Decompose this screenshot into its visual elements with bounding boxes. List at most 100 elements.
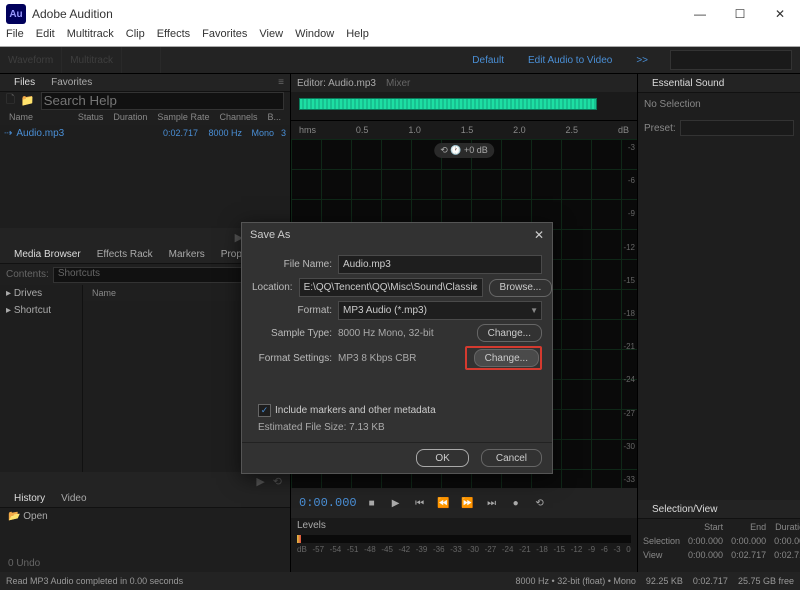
prev-button[interactable]: ⏮ [411,494,429,512]
sampletype-label: Sample Type: [252,328,338,339]
files-tool-icon[interactable]: 🗋 [6,91,15,110]
tab-selection-view[interactable]: Selection/View [644,502,725,517]
tab-markers[interactable]: Markers [161,247,213,262]
filename-label: File Name: [252,259,338,270]
tab-media-browser[interactable]: Media Browser [6,247,89,262]
change-format-button[interactable]: Change... [474,349,539,367]
formatsettings-value: MP3 8 Kbps CBR [338,352,465,365]
files-tool-icon[interactable]: 📁 [21,94,35,107]
selection-view-table: StartEndDuration Selection0:00.0000:00.0… [638,519,800,563]
levels-panel: Levels dB-57-54-51-48-45-42-39-36-33-30-… [291,518,637,572]
preset-label: Preset: [644,123,676,134]
mb-col-name[interactable]: Name [87,288,242,298]
files-filter[interactable] [41,92,284,110]
tab-favorites[interactable]: Favorites [43,75,100,90]
file-bitdepth: 3 [274,128,286,138]
next-button[interactable]: ⏭ [483,494,501,512]
tab-mixer[interactable]: Mixer [386,78,420,89]
menu-favorites[interactable]: Favorites [202,28,247,40]
multitrack-mode[interactable]: Multitrack [62,47,122,73]
col-status[interactable]: Status [73,112,109,122]
editor-header: Editor: Audio.mp3 Mixer [291,74,637,92]
overview-track[interactable] [291,92,637,121]
shortcut-item[interactable]: ▸ Shortcut [0,302,82,319]
include-metadata-checkbox[interactable]: ✓ [258,404,271,417]
panel-menu-icon[interactable]: ≡ [278,77,284,88]
dialog-title: Save As [250,229,290,241]
menu-multitrack[interactable]: Multitrack [67,28,114,40]
col-samplerate[interactable]: Sample Rate [152,112,214,122]
play-button[interactable]: ▶ [387,494,405,512]
maximize-button[interactable]: ☐ [720,0,760,28]
workspace-edit-av[interactable]: Edit Audio to Video [518,51,622,70]
menu-window[interactable]: Window [295,28,334,40]
status-duration: 0:02.717 [693,576,728,586]
tab-video[interactable]: Video [53,491,94,506]
menu-view[interactable]: View [259,28,283,40]
history-panel-header: History Video [0,490,290,508]
time-ruler[interactable]: hms 0.5 1.0 1.5 2.0 2.5 dB [291,121,637,139]
tab-editor[interactable]: Editor: Audio.mp3 [297,78,386,89]
filename-input[interactable] [338,255,542,274]
tab-files[interactable]: Files [6,75,43,90]
waveform-mode[interactable]: Waveform [0,47,62,73]
files-columns: Name Status Duration Sample Rate Channel… [0,110,290,125]
statusbar: Read MP3 Audio completed in 0.00 seconds… [0,572,800,590]
rewind-button[interactable]: ⏪ [435,494,453,512]
file-row[interactable]: ⇢ Audio.mp3 0:02.717 8000 Hz Mono 3 [0,125,290,142]
level-meter [297,535,631,543]
ok-button[interactable]: OK [416,449,468,467]
menu-file[interactable]: File [6,28,24,40]
change-sampletype-button[interactable]: Change... [477,324,542,342]
col-duration[interactable]: Duration [108,112,152,122]
minimize-button[interactable]: — [680,0,720,28]
undo-count: 0 Undo [0,555,290,572]
menu-help[interactable]: Help [346,28,369,40]
amplitude-hud[interactable]: ⟲ 🕐 +0 dB [434,143,494,158]
search-input[interactable] [670,50,792,70]
browse-button[interactable]: Browse... [489,279,553,297]
transport-bar: 0:00.000 ■ ▶ ⏮ ⏪ ⏩ ⏭ ● ⟲ [291,488,637,518]
sampletype-value: 8000 Hz Mono, 32-bit [338,327,471,340]
file-samplerate: 8000 Hz [198,128,242,138]
loop-button[interactable]: ⟲ [531,494,549,512]
col-name[interactable]: Name [4,112,73,122]
menu-clip[interactable]: Clip [126,28,145,40]
location-select[interactable]: E:\QQ\Tencent\QQ\Misc\Sound\Classic▼ [299,278,483,297]
include-metadata-label: Include markers and other metadata [275,405,436,416]
app-title: Adobe Audition [32,7,113,21]
levels-label: Levels [291,518,637,533]
timecode[interactable]: 0:00.000 [299,496,357,510]
chevron-down-icon: ▼ [530,306,538,315]
col-channels[interactable]: Channels [214,112,262,122]
tab-effects-rack[interactable]: Effects Rack [89,247,161,262]
workspace-more[interactable]: >> [626,51,658,70]
location-label: Location: [252,282,299,293]
history-item-open[interactable]: 📂 Open [0,508,290,525]
tab-essential-sound[interactable]: Essential Sound [644,76,732,91]
play-icon[interactable]: ▶ [256,475,264,488]
close-button[interactable]: ✕ [760,0,800,28]
level-ticks: dB-57-54-51-48-45-42-39-36-33-30-27-24-2… [291,545,637,554]
drives-item[interactable]: ▸ Drives [0,285,82,302]
tool-icons[interactable] [122,47,161,73]
col-bitdepth[interactable]: B... [262,112,286,122]
format-label: Format: [252,305,338,316]
toolbar: Waveform Multitrack Default Edit Audio t… [0,47,800,74]
ffwd-button[interactable]: ⏩ [459,494,477,512]
status-message: Read MP3 Audio completed in 0.00 seconds [6,576,183,586]
preset-select[interactable] [680,120,794,136]
record-button[interactable]: ● [507,494,525,512]
ruler-unit: hms [299,125,316,135]
cancel-button[interactable]: Cancel [481,449,542,467]
stop-button[interactable]: ■ [363,494,381,512]
menu-effects[interactable]: Effects [157,28,190,40]
loop-icon[interactable]: ⟲ [273,475,282,488]
dialog-close-button[interactable]: ✕ [534,228,544,242]
menu-edit[interactable]: Edit [36,28,55,40]
tab-history[interactable]: History [6,491,53,506]
essential-sound-body: No Selection Preset: [638,93,800,142]
workspace-default[interactable]: Default [462,51,514,70]
format-select[interactable]: MP3 Audio (*.mp3)▼ [338,301,542,320]
file-name: Audio.mp3 [12,128,154,139]
